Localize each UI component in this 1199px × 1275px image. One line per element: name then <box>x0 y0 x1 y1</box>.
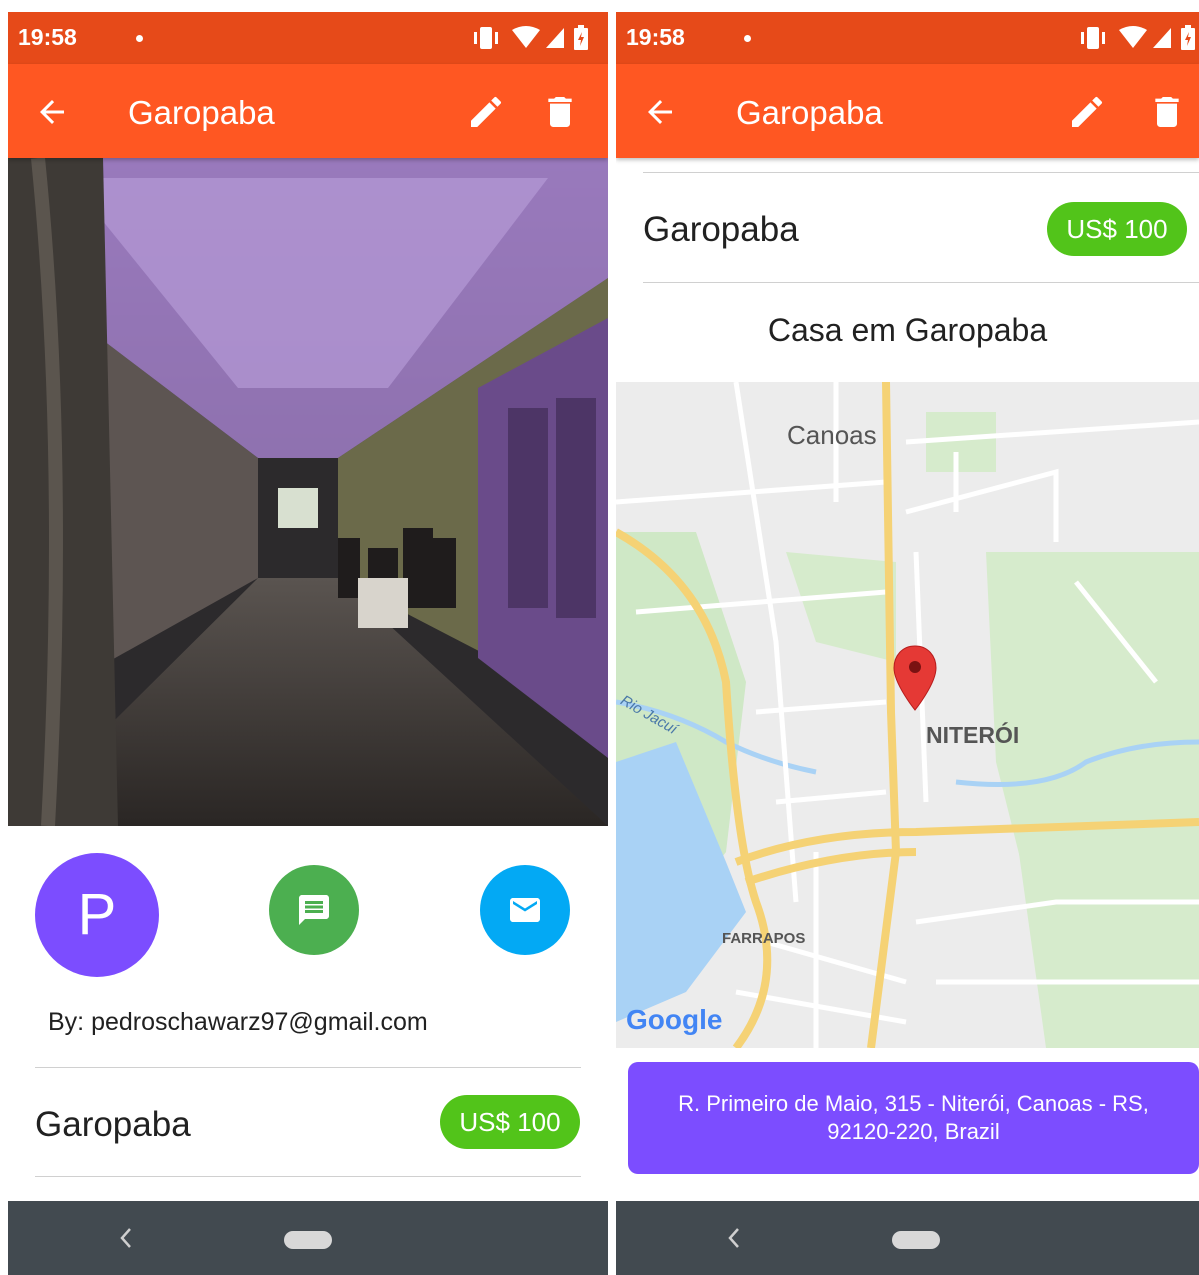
pencil-icon[interactable] <box>466 92 506 132</box>
screen-details-bottom: 19:58 Garopaba Garopaba US$ 100 Casa em … <box>616 12 1199 1275</box>
divider <box>35 1067 581 1068</box>
trash-icon[interactable] <box>1147 92 1187 132</box>
price-badge: US$ 100 <box>440 1095 580 1149</box>
back-arrow-icon[interactable] <box>34 94 70 130</box>
nav-home-pill[interactable] <box>284 1231 332 1249</box>
app-bar-title: Garopaba <box>736 94 883 131</box>
map-canvas <box>616 382 1199 1048</box>
status-icons <box>474 25 588 50</box>
map-label-niteroi: NITERÓI <box>926 722 1020 748</box>
status-icons <box>1081 25 1195 50</box>
message-button[interactable] <box>269 865 359 955</box>
nav-back-icon[interactable] <box>116 1225 136 1251</box>
status-bar: 19:58 <box>8 12 608 64</box>
owner-avatar[interactable]: P <box>35 853 159 977</box>
system-nav-bar <box>616 1201 1199 1275</box>
vibrate-icon <box>474 27 498 49</box>
app-bar: Garopaba <box>616 64 1199 158</box>
system-nav-bar <box>8 1201 608 1275</box>
mail-icon <box>510 898 540 922</box>
notification-dot-icon <box>136 35 143 42</box>
listing-name: Garopaba <box>35 1105 191 1144</box>
email-button[interactable] <box>480 865 570 955</box>
nav-back-icon[interactable] <box>724 1225 744 1251</box>
app-bar-title: Garopaba <box>128 94 275 131</box>
notification-dot-icon <box>744 35 751 42</box>
pencil-icon[interactable] <box>1067 92 1107 132</box>
address-button[interactable]: R. Primeiro de Maio, 315 - Niterói, Cano… <box>628 1062 1199 1174</box>
listing-subtitle: Casa em Garopaba <box>767 312 1048 348</box>
location-map[interactable]: Canoas NITERÓI FARRAPOS Rio Jacuí Google <box>616 382 1199 1048</box>
map-label-farrapos: FARRAPOS <box>722 930 806 947</box>
google-logo: Google <box>626 1004 723 1035</box>
nav-home-pill[interactable] <box>892 1231 940 1249</box>
divider <box>643 282 1199 283</box>
status-time: 19:58 <box>18 24 77 50</box>
property-photo <box>8 158 608 826</box>
status-time: 19:58 <box>626 24 685 50</box>
screen-details-top: 19:58 Garopaba P By: pedroschawarz97@gma… <box>8 12 608 1275</box>
price-badge: US$ 100 <box>1047 202 1187 256</box>
wifi-icon <box>1119 26 1147 48</box>
divider <box>643 172 1199 173</box>
map-pin-icon[interactable] <box>891 644 939 714</box>
status-bar: 19:58 <box>616 12 1199 64</box>
listing-name: Garopaba <box>643 210 799 249</box>
app-bar: Garopaba <box>8 64 608 158</box>
signal-icon <box>546 28 564 48</box>
wifi-icon <box>512 26 540 48</box>
vibrate-icon <box>1081 27 1105 49</box>
back-arrow-icon[interactable] <box>642 94 678 130</box>
battery-icon <box>574 25 588 50</box>
map-label-canoas: Canoas <box>787 420 877 450</box>
signal-icon <box>1153 28 1171 48</box>
message-icon <box>299 895 329 925</box>
battery-icon <box>1181 25 1195 50</box>
trash-icon[interactable] <box>540 92 580 132</box>
divider <box>35 1176 581 1177</box>
owner-email: By: pedroschawarz97@gmail.com <box>48 1008 428 1036</box>
